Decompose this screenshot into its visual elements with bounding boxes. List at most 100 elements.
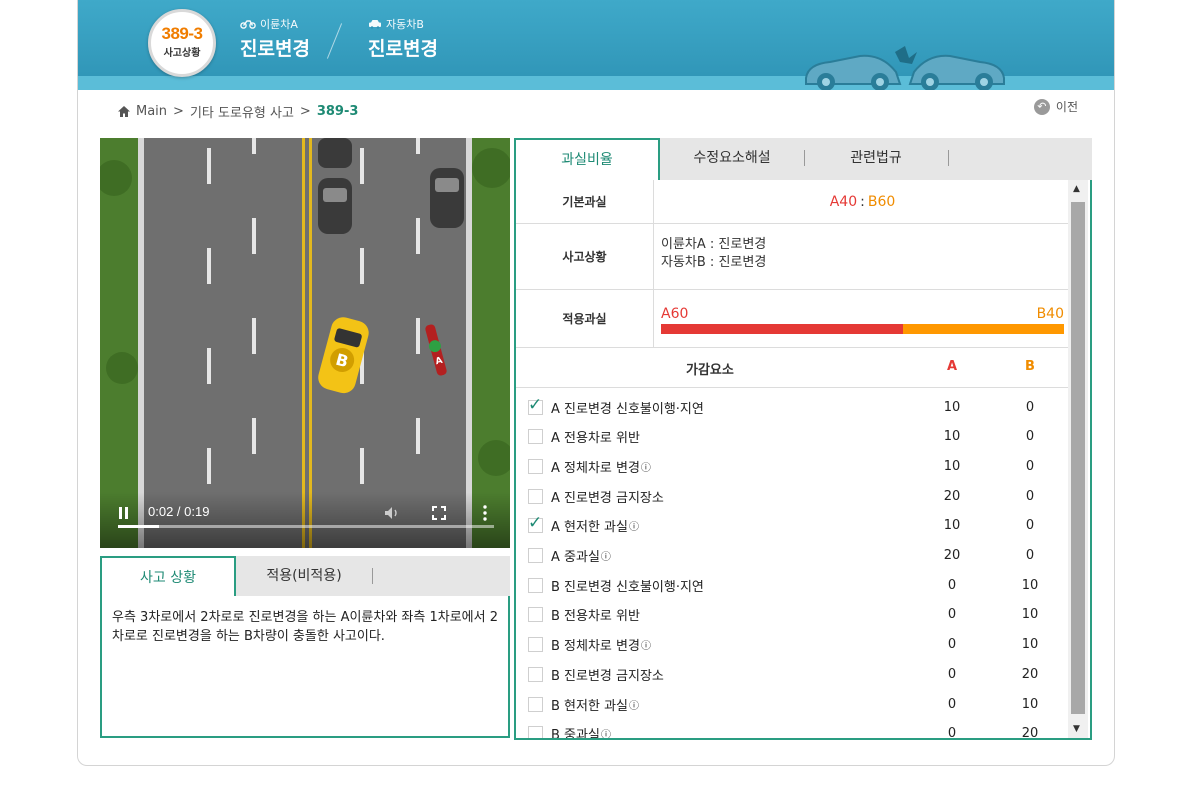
factor-label: B 현저한 과실: [551, 698, 628, 714]
factor-value-a: 20: [943, 488, 961, 504]
applied-fault-bar-a: [661, 324, 903, 334]
checkmark-icon: ✓: [528, 394, 543, 415]
factor-value-b: 10: [1021, 607, 1039, 623]
more-options-icon[interactable]: [482, 505, 488, 521]
factor-header-row: 가감요소 A B: [516, 348, 1072, 388]
case-number: 389-3: [161, 24, 203, 43]
back-button[interactable]: ↶ 이전: [1033, 98, 1078, 115]
factor-label: A 진로변경 신호불이행·지연: [551, 401, 704, 417]
factor-item[interactable]: ✓ A 진로변경 신호불이행·지연 10 0: [528, 392, 1068, 422]
factor-col-a: A: [946, 359, 958, 374]
factor-item[interactable]: A 정체차로 변경 ⓘ 10 0: [528, 451, 1068, 481]
breadcrumb-category[interactable]: 기타 도로유형 사고: [190, 102, 294, 121]
factor-checkbox[interactable]: [528, 666, 543, 682]
factor-value-a: 0: [947, 726, 957, 740]
video-time: 0:02 / 0:19: [148, 504, 210, 519]
factor-checkbox[interactable]: [528, 488, 543, 504]
factor-item[interactable]: A 중과실 ⓘ 20 0: [528, 541, 1068, 571]
info-icon[interactable]: ⓘ: [629, 697, 639, 712]
factor-item[interactable]: B 중과실 ⓘ 0 20: [528, 719, 1068, 740]
applied-fault-b: B40: [1036, 306, 1064, 322]
factor-label: A 전용차로 위반: [551, 431, 640, 447]
tab-adjustment-explanation[interactable]: 수정요소해설: [660, 138, 804, 180]
base-fault-a: A40: [829, 193, 858, 210]
vehicle-a-info: 이륜차A 진로변경: [240, 16, 310, 61]
situation-row: 사고상황 이륜차A : 진로변경 자동차B : 진로변경: [516, 224, 1072, 290]
breadcrumb-separator: >: [173, 104, 184, 119]
factor-item[interactable]: B 진로변경 신호불이행·지연 0 10: [528, 570, 1068, 600]
factor-checkbox[interactable]: [528, 696, 543, 712]
factor-value-a: 10: [943, 399, 961, 415]
factor-checkbox[interactable]: [528, 458, 543, 474]
scroll-up-icon[interactable]: ▲: [1073, 184, 1080, 194]
info-icon[interactable]: ⓘ: [601, 548, 611, 563]
factor-value-a: 0: [947, 607, 957, 623]
fullscreen-icon[interactable]: [432, 506, 446, 520]
video-progress-bar[interactable]: [118, 525, 494, 528]
header-divider: [326, 23, 343, 59]
factor-checkbox[interactable]: ✓: [528, 395, 543, 415]
scrollbar-thumb[interactable]: [1071, 202, 1085, 714]
factor-item[interactable]: B 진로변경 금지장소 0 20: [528, 659, 1068, 689]
motorcycle-icon: [240, 20, 256, 29]
vehicle-a-action: 진로변경: [240, 38, 310, 60]
factor-checkbox[interactable]: [528, 429, 543, 445]
factor-header: 가감요소: [686, 363, 734, 378]
factor-checkbox[interactable]: [528, 637, 543, 653]
factor-value-a: 10: [943, 518, 961, 534]
factor-label: B 진로변경 신호불이행·지연: [551, 579, 704, 595]
factor-item[interactable]: A 진로변경 금지장소 20 0: [528, 481, 1068, 511]
info-icon[interactable]: ⓘ: [641, 459, 651, 474]
applied-fault-a: A60: [661, 306, 689, 322]
tab-application[interactable]: 적용(비적용): [236, 556, 372, 596]
factor-label: A 현저한 과실: [551, 520, 628, 536]
base-fault-separator: :: [860, 193, 865, 210]
vehicle-a-label: 이륜차A: [260, 18, 298, 31]
crash-illustration-icon: [805, 46, 1005, 90]
vehicle-b-label: 자동차B: [386, 18, 424, 31]
home-icon[interactable]: [118, 106, 130, 117]
situation-a: 이륜차A : 진로변경: [661, 237, 767, 252]
breadcrumb: Main > 기타 도로유형 사고 > 389-3: [118, 102, 358, 121]
factor-item[interactable]: A 전용차로 위반 10 0: [528, 422, 1068, 452]
factor-checkbox[interactable]: [528, 726, 543, 738]
factor-item[interactable]: B 전용차로 위반 0 10: [528, 600, 1068, 630]
factor-value-a: 20: [943, 548, 961, 563]
factor-label: B 정체차로 변경: [551, 639, 640, 655]
factor-value-a: 0: [947, 577, 957, 593]
factor-checkbox[interactable]: ✓: [528, 513, 543, 534]
factor-value-a: 10: [943, 458, 961, 474]
factor-label: B 중과실: [551, 728, 600, 740]
pause-icon[interactable]: [118, 506, 130, 520]
factor-checkbox[interactable]: [528, 548, 543, 563]
base-fault-row: 기본과실 A40 : B60: [516, 180, 1072, 224]
factor-item[interactable]: ✓ A 현저한 과실 ⓘ 10 0: [528, 511, 1068, 541]
factor-value-b: 10: [1021, 577, 1039, 593]
vehicle-b-info: 자동차B 진로변경: [368, 16, 438, 61]
info-icon[interactable]: ⓘ: [629, 518, 639, 533]
accident-description: 우측 3차로에서 2차로로 진로변경을 하는 A이륜차와 좌측 1차로에서 2차…: [100, 596, 510, 738]
fault-tabs: 과실비율 수정요소해설 관련법규: [514, 138, 1092, 180]
factor-checkbox[interactable]: [528, 607, 543, 623]
header-banner: 389-3 사고상황 이륜차A 진로변경 자동차B 진로변경: [78, 0, 1114, 90]
factor-item[interactable]: B 현저한 과실 ⓘ 0 10: [528, 689, 1068, 719]
situation-tabs: 사고 상황 적용(비적용): [100, 556, 510, 596]
volume-icon[interactable]: [384, 506, 400, 520]
info-icon[interactable]: ⓘ: [641, 637, 651, 652]
tab-accident-situation[interactable]: 사고 상황: [100, 556, 236, 596]
tab-related-laws[interactable]: 관련법규: [804, 138, 948, 180]
case-label: 사고상황: [163, 48, 201, 59]
tab-fault-ratio[interactable]: 과실비율: [514, 138, 660, 180]
factor-value-a: 0: [947, 696, 957, 712]
breadcrumb-separator: >: [299, 104, 311, 119]
factor-checkbox[interactable]: [528, 577, 543, 593]
factor-item[interactable]: B 정체차로 변경 ⓘ 0 10: [528, 630, 1068, 660]
accident-video-player[interactable]: B A 0:02 / 0:19: [100, 138, 510, 548]
breadcrumb-home[interactable]: Main: [136, 104, 167, 119]
factor-value-b: 0: [1025, 458, 1035, 474]
factor-value-b: 10: [1021, 637, 1039, 653]
scroll-down-icon[interactable]: ▼: [1073, 724, 1080, 734]
scrollbar[interactable]: ▲ ▼: [1068, 180, 1088, 738]
info-icon[interactable]: ⓘ: [601, 726, 611, 738]
factor-value-a: 10: [943, 429, 961, 445]
